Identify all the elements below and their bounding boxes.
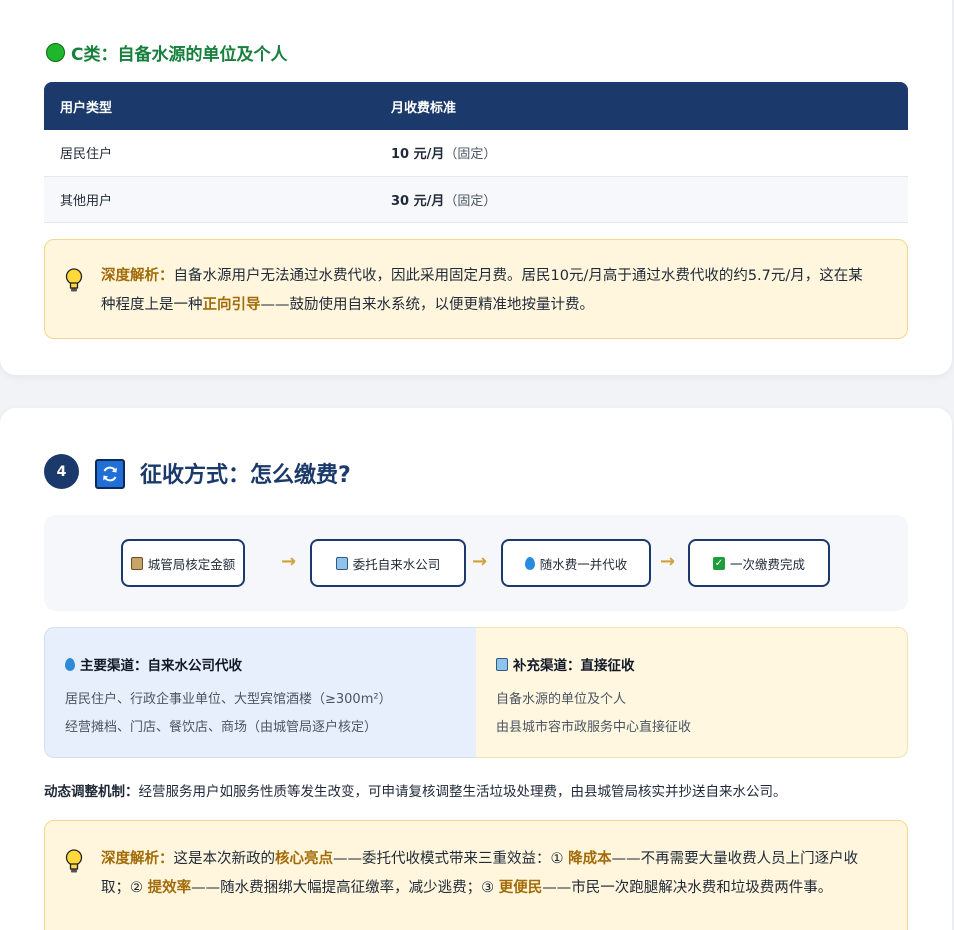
lightbulb-icon <box>65 268 83 292</box>
supplement-channel-title-text: 补充渠道：直接征收 <box>513 658 635 674</box>
table-row: 居民住户 10 元/月（固定） <box>44 130 908 177</box>
fee-amount: 10 元/月 <box>391 147 445 163</box>
insight-text: ——市民一次跑腿解决水费和垃圾费两件事。 <box>542 880 833 896</box>
fee-note: （固定） <box>444 147 497 163</box>
supplement-channel-title: 补充渠道：直接征收 <box>496 654 635 674</box>
flow-step-collect-with-water: 随水费一并代收 <box>501 539 651 587</box>
arrow-right-icon: → <box>281 551 297 572</box>
table-cell-type: 居民住户 <box>44 130 375 177</box>
insight-highlight: 正向引导 <box>202 297 261 313</box>
payment-flow: 城管局核定金额 → 委托自来水公司 → 随水费一并代收 → ✓ 一次缴费完成 <box>44 515 908 611</box>
flow-step-payment-complete: ✓ 一次缴费完成 <box>688 539 830 587</box>
flow-step-label: 委托自来水公司 <box>352 556 441 572</box>
table-header-user-type: 用户类型 <box>60 100 113 116</box>
droplet-icon <box>524 556 535 570</box>
check-box-icon: ✓ <box>712 556 725 570</box>
insight-highlight: 降成本 <box>568 851 612 867</box>
flow-step-verify-amount: 城管局核定金额 <box>121 539 245 587</box>
supplement-channel-panel: 补充渠道：直接征收 自备水源的单位及个人 由县城市容市政服务中心直接征收 <box>476 627 908 758</box>
fee-note: （固定） <box>444 193 497 209</box>
droplet-icon <box>65 657 75 671</box>
section-c-title: C类：自备水源的单位及个人 <box>46 40 287 65</box>
insight-highlight: 提效率 <box>147 880 192 896</box>
insight-box-4: 深度解析：这是本次新政的核心亮点——委托代收模式带来三重效益：① 降成本——不再… <box>44 820 908 930</box>
table-cell-type: 其他用户 <box>44 176 375 223</box>
arrow-right-icon: → <box>472 551 488 572</box>
table-header-monthly-fee: 月收费标准 <box>391 100 457 116</box>
table-cell-fee: 10 元/月（固定） <box>375 130 908 177</box>
insight-text: ——鼓励使用自来水系统，以便更精准地按量计费。 <box>260 297 595 313</box>
dynamic-adjustment-label: 动态调整机制： <box>44 784 139 800</box>
insight-text: 这是本次新政的 <box>173 851 276 867</box>
main-channel-line: 居民住户、行政企事业单位、大型宾馆酒楼（≥300m²） <box>65 692 392 707</box>
main-channel-line: 经营摊档、门店、餐饮店、商场（由城管局逐户核定） <box>65 720 378 735</box>
clipboard-icon <box>130 556 143 570</box>
lightbulb-icon <box>65 849 83 873</box>
green-circle-icon <box>46 43 65 62</box>
table-cell-fee: 30 元/月（固定） <box>375 176 908 223</box>
flow-step-entrust: 委托自来水公司 <box>310 539 466 587</box>
table-row: 其他用户 30 元/月（固定） <box>44 176 908 223</box>
dynamic-adjustment-text: 经营服务用户如服务性质等发生改变，可申请复核调整生活垃圾处理费，由县城管局核实并… <box>138 784 787 800</box>
dynamic-adjustment-note: 动态调整机制：经营服务用户如服务性质等发生改变，可申请复核调整生活垃圾处理费，由… <box>44 780 787 800</box>
table-header-row: 用户类型 月收费标准 <box>44 82 908 130</box>
insight-box-c: 深度解析：自备水源用户无法通过水费代收，因此采用固定月费。居民10元/月高于通过… <box>44 239 908 339</box>
section-c-title-text: C类：自备水源的单位及个人 <box>71 45 288 65</box>
insight-text: ——随水费捆绑大幅提高征缴率，减少逃费；③ <box>191 880 499 896</box>
flow-step-label: 随水费一并代收 <box>539 556 628 572</box>
flow-step-label: 城管局核定金额 <box>147 556 236 572</box>
insight-highlight: 核心亮点 <box>275 851 333 867</box>
insight-highlight: 更便民 <box>498 880 543 896</box>
main-channel-panel: 主要渠道：自来水公司代收 居民住户、行政企事业单位、大型宾馆酒楼（≥300m²）… <box>44 627 476 758</box>
supplement-channel-line: 自备水源的单位及个人 <box>496 692 627 707</box>
arrow-right-icon: → <box>660 551 676 572</box>
main-channel-title: 主要渠道：自来水公司代收 <box>65 654 242 674</box>
insight-lead: 深度解析： <box>101 268 174 284</box>
flow-step-label: 一次缴费完成 <box>729 556 805 572</box>
refresh-icon <box>95 459 125 489</box>
insight-text: ——委托代收模式带来三重效益：① <box>333 851 569 867</box>
section-number-badge: 4 <box>44 454 79 489</box>
office-building-icon <box>496 657 508 671</box>
section-4-title: 征收方式：怎么缴费? <box>140 463 351 488</box>
office-building-icon <box>335 556 348 570</box>
fee-table: 用户类型 月收费标准 居民住户 10 元/月（固定） 其他用户 30 元/月（固… <box>44 82 908 223</box>
fee-amount: 30 元/月 <box>391 193 445 209</box>
supplement-channel-line: 由县城市容市政服务中心直接征收 <box>496 720 692 735</box>
main-channel-title-text: 主要渠道：自来水公司代收 <box>80 658 242 674</box>
insight-lead: 深度解析： <box>101 851 174 867</box>
